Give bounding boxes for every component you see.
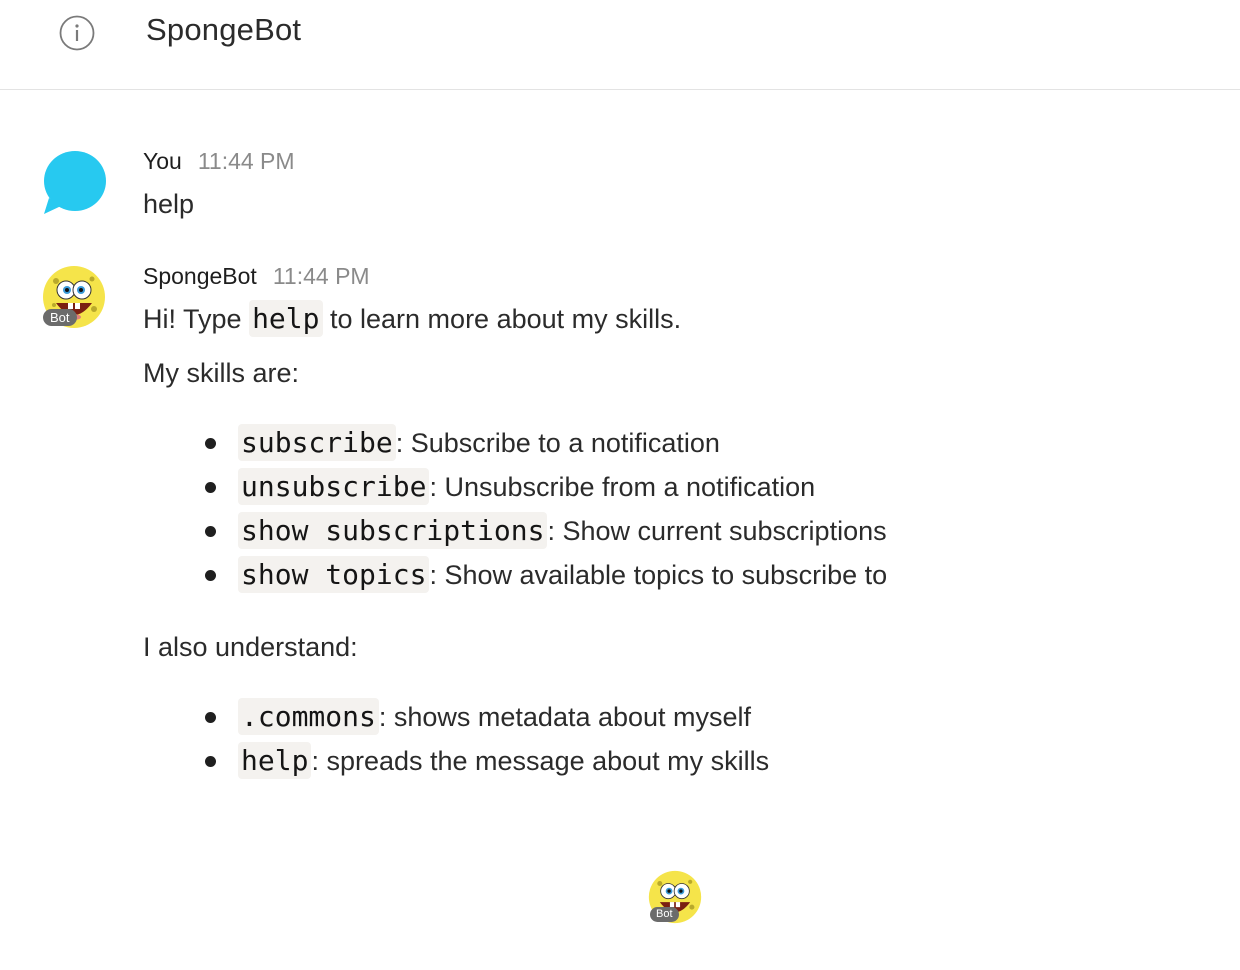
intro-text: Hi! Type (143, 304, 250, 334)
command-description: Unsubscribe from a notification (444, 472, 816, 502)
separator: : (429, 472, 445, 502)
bullet-icon (205, 482, 216, 493)
inline-code: help (249, 300, 323, 337)
also-list: .commons: shows metadata about myself he… (143, 695, 1143, 783)
bot-badge: Bot (43, 309, 77, 326)
list-item: subscribe: Subscribe to a notification (143, 421, 1143, 465)
also-heading: I also understand: (143, 632, 358, 662)
command-description: spreads the message about my skills (326, 746, 770, 776)
message-text: help (143, 189, 195, 219)
message-meta: SpongeBot 11:44 PM (143, 261, 370, 291)
message-meta: You 11:44 PM (143, 146, 295, 176)
command-code: .commons (238, 698, 379, 735)
list-item: .commons: shows metadata about myself (143, 695, 1143, 739)
list-item: unsubscribe: Unsubscribe from a notifica… (143, 465, 1143, 509)
command-description: Show available topics to subscribe to (444, 560, 888, 590)
message-author: You (143, 148, 182, 174)
info-icon[interactable] (59, 15, 95, 51)
list-item: help: spreads the message about my skill… (143, 739, 1143, 783)
skills-heading: My skills are: (143, 358, 300, 388)
bullet-icon (205, 570, 216, 581)
bot-badge: Bot (650, 907, 679, 922)
bullet-icon (205, 712, 216, 723)
command-description: shows metadata about myself (393, 702, 752, 732)
message-author: SpongeBot (143, 263, 257, 289)
command-code: help (238, 742, 312, 779)
list-item: show topics: Show available topics to su… (143, 553, 1143, 597)
command-code: subscribe (238, 424, 396, 461)
intro-text: to learn more about my skills. (322, 304, 682, 334)
message-time: 11:44 PM (272, 263, 370, 289)
message-time: 11:44 PM (197, 148, 295, 174)
separator: : (311, 746, 327, 776)
separator: : (429, 560, 445, 590)
bullet-icon (205, 756, 216, 767)
skills-list: subscribe: Subscribe to a notification u… (143, 421, 1143, 597)
separator: : (395, 428, 411, 458)
spongebob-avatar: Bot (42, 265, 106, 329)
separator: : (547, 516, 563, 546)
chat-bubble-icon (44, 151, 106, 214)
list-item: show subscriptions: Show current subscri… (143, 509, 1143, 553)
separator: : (378, 702, 394, 732)
bot-intro: Hi! Type help to learn more about my ski… (143, 300, 682, 337)
command-code: show subscriptions (238, 512, 548, 549)
command-description: Show current subscriptions (562, 516, 887, 546)
bullet-icon (205, 438, 216, 449)
command-code: show topics (238, 556, 430, 593)
command-description: Subscribe to a notification (410, 428, 720, 458)
chat-header: SpongeBot (0, 0, 1240, 90)
command-code: unsubscribe (238, 468, 430, 505)
header-title: SpongeBot (146, 12, 302, 47)
bullet-icon (205, 526, 216, 537)
typing-indicator: Bot (648, 870, 702, 924)
